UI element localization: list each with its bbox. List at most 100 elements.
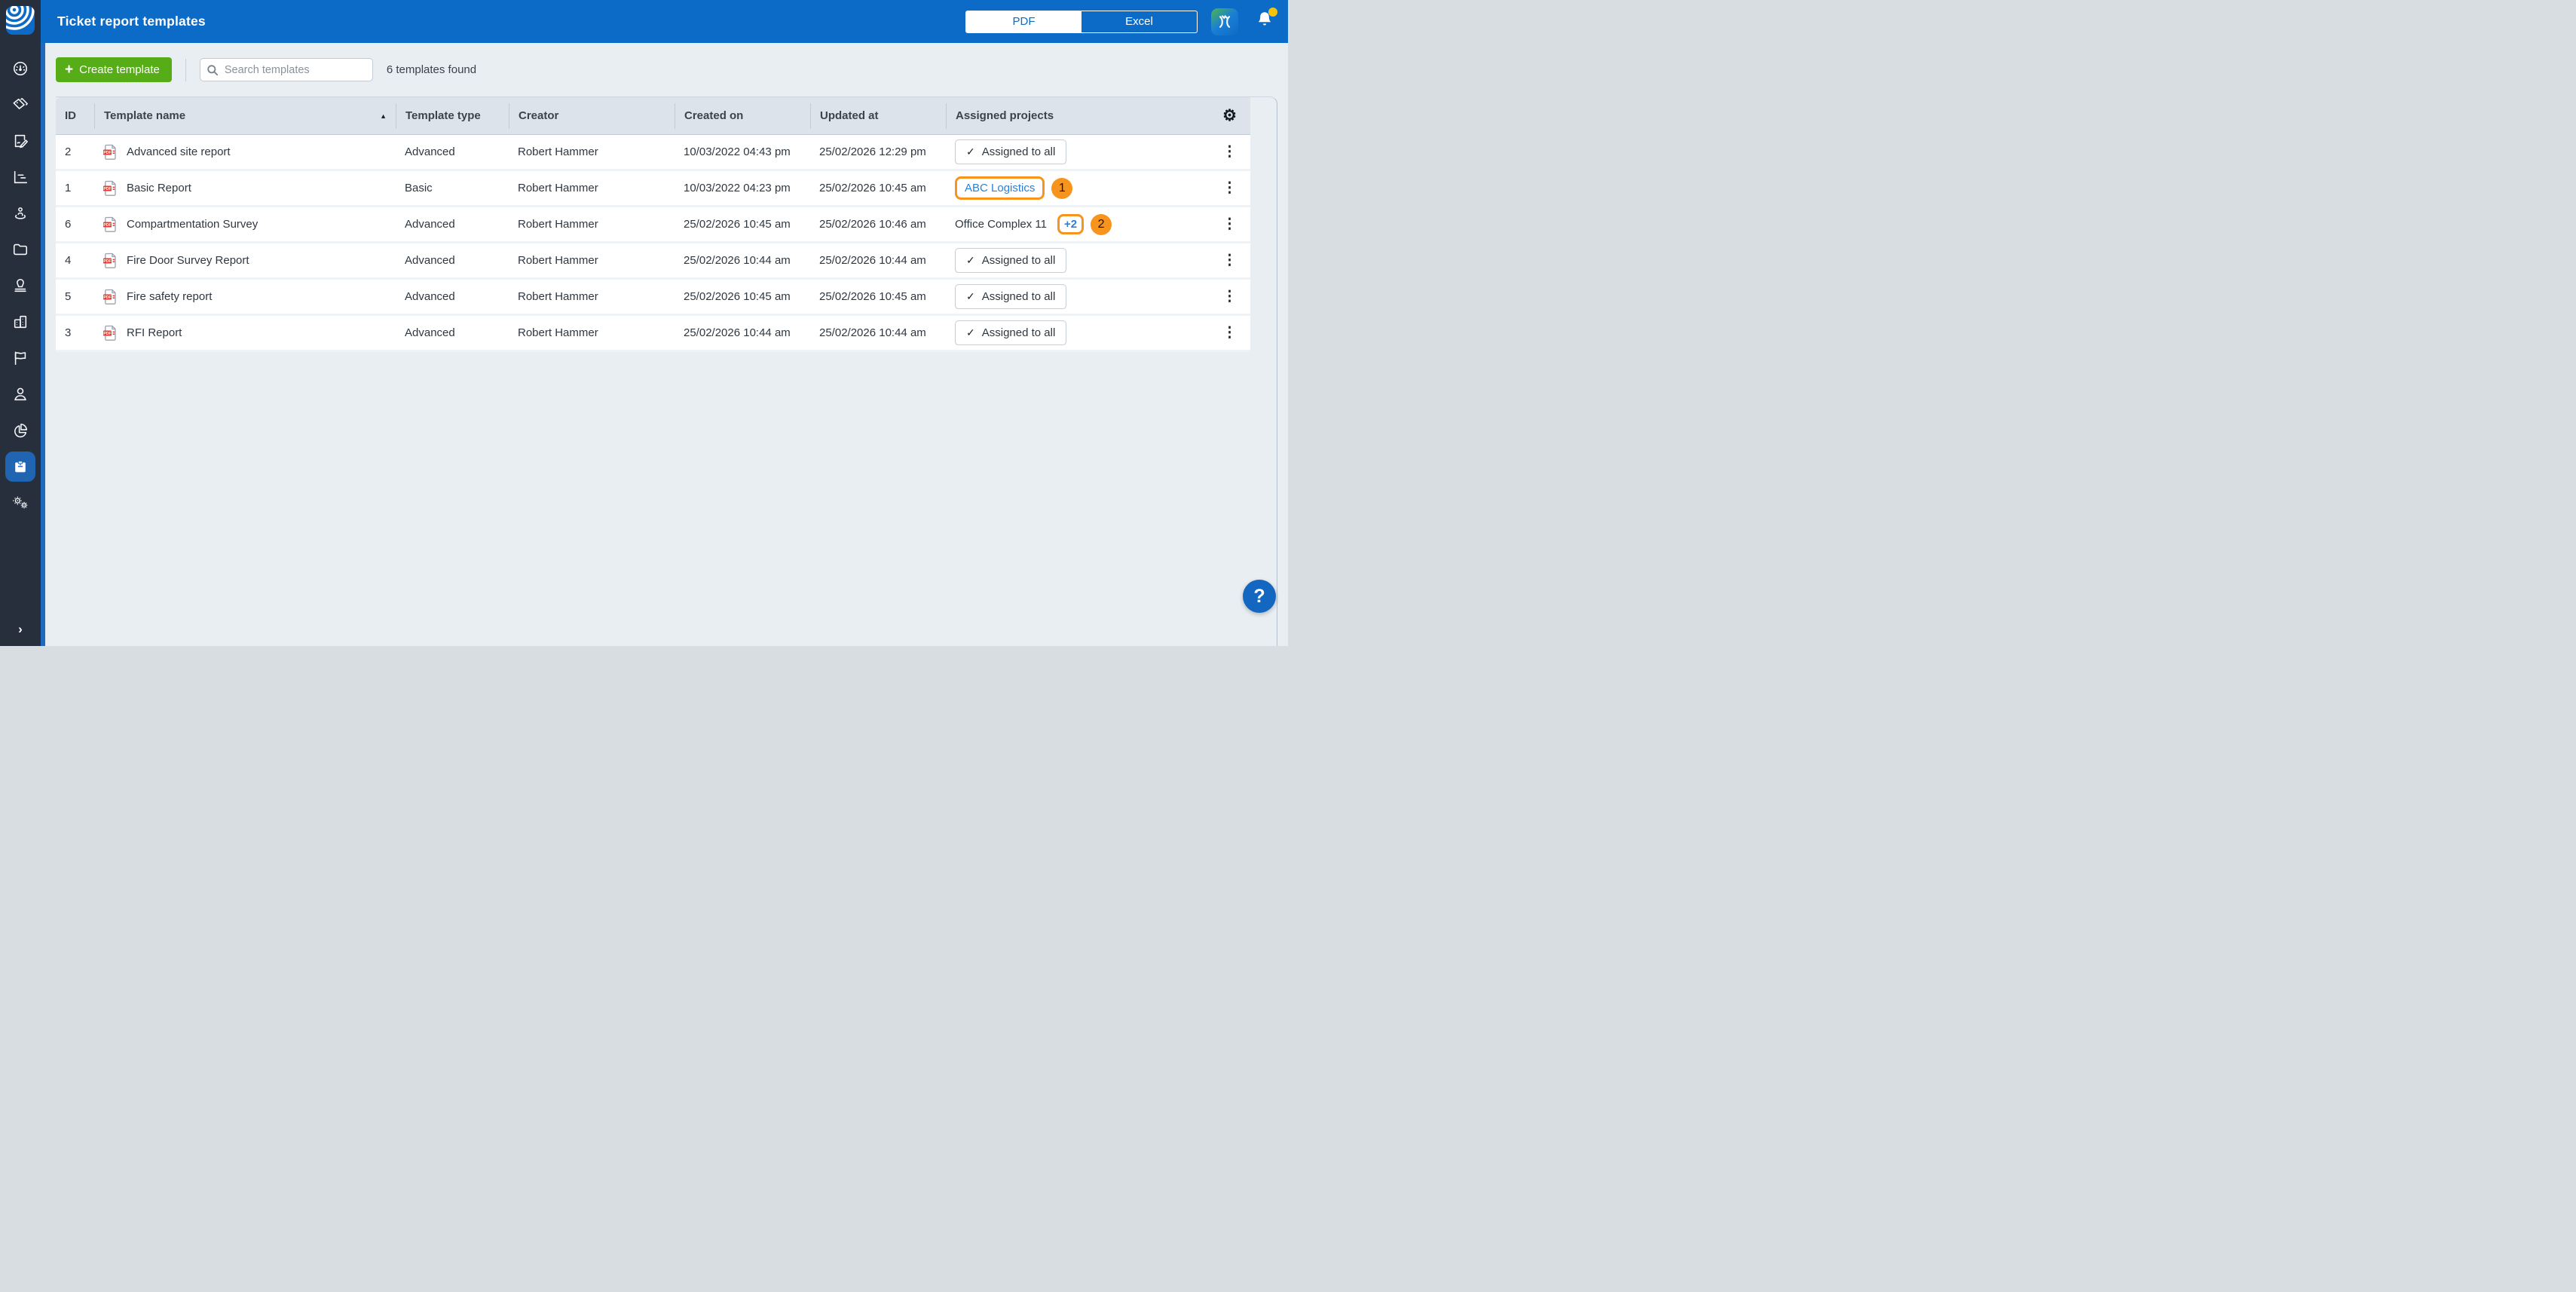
apps-launcher-button[interactable] xyxy=(1211,8,1238,35)
sidebar-item-companies[interactable] xyxy=(5,307,35,337)
create-template-button[interactable]: + Create template xyxy=(56,57,172,82)
cell-created-on: 10/03/2022 04:23 pm xyxy=(675,182,810,194)
sidebar-item-forms[interactable] xyxy=(5,126,35,156)
assigned-to-all-button[interactable]: ✓ Assigned to all xyxy=(955,248,1066,273)
cell-template-name: PDF Fire Door Survey Report xyxy=(94,253,396,269)
results-count: 6 templates found xyxy=(387,63,476,76)
sidebar-item-projects[interactable] xyxy=(5,234,35,265)
cell-id: 1 xyxy=(56,182,94,194)
cell-template-type: Basic xyxy=(396,182,509,194)
pdf-file-icon: PDF xyxy=(103,325,117,341)
kebab-menu-icon[interactable]: ⋮ xyxy=(1222,289,1237,304)
kebab-menu-icon[interactable]: ⋮ xyxy=(1222,253,1237,268)
sidebar: › xyxy=(0,0,41,646)
annotation-highlight-box: ABC Logistics xyxy=(955,176,1045,200)
kebab-menu-icon[interactable]: ⋮ xyxy=(1222,181,1237,195)
assigned-to-all-button[interactable]: ✓ Assigned to all xyxy=(955,284,1066,309)
cell-created-on: 10/03/2022 04:43 pm xyxy=(675,145,810,158)
sidebar-accent-strip xyxy=(41,0,45,646)
cell-template-name: PDF Fire safety report xyxy=(94,289,396,305)
cell-template-name: PDF RFI Report xyxy=(94,325,396,341)
column-header-creator[interactable]: Creator xyxy=(509,103,675,129)
pdf-file-icon: PDF xyxy=(103,144,117,161)
dashboard-gauge-icon xyxy=(12,60,29,77)
project-link[interactable]: ABC Logistics xyxy=(965,182,1035,194)
search-input[interactable] xyxy=(200,58,373,81)
sidebar-item-approvals[interactable] xyxy=(5,271,35,301)
sort-ascending-icon: ▲ xyxy=(380,112,387,120)
sidebar-item-dashboard[interactable] xyxy=(5,54,35,84)
sidebar-item-settings[interactable] xyxy=(5,488,35,518)
export-format-toggle: PDF Excel xyxy=(965,11,1198,33)
cell-id: 5 xyxy=(56,290,94,303)
annotation-step-badge: 1 xyxy=(1051,178,1072,199)
sidebar-item-flags[interactable] xyxy=(5,343,35,373)
table-row[interactable]: 5 PDF Fire safety report Advanced Robert… xyxy=(56,280,1250,316)
kebab-menu-icon[interactable]: ⋮ xyxy=(1222,217,1237,231)
cell-updated-at: 25/02/2026 10:44 am xyxy=(810,326,946,339)
cell-updated-at: 25/02/2026 10:45 am xyxy=(810,182,946,194)
cell-row-actions: ⋮ xyxy=(1209,289,1250,304)
toolbar-divider xyxy=(185,59,186,81)
notifications-button[interactable] xyxy=(1256,11,1273,32)
templates-clipboard-icon xyxy=(12,458,29,475)
cell-updated-at: 25/02/2026 10:45 am xyxy=(810,290,946,303)
search-box xyxy=(200,58,373,81)
stamp-icon xyxy=(12,277,29,294)
person-location-icon xyxy=(12,205,29,222)
cell-creator: Robert Hammer xyxy=(509,326,675,339)
sidebar-item-tags[interactable] xyxy=(5,90,35,120)
app-window: › Ticket report templates PDF Excel xyxy=(0,0,1288,646)
svg-text:PDF: PDF xyxy=(103,331,111,335)
page-header: Ticket report templates PDF Excel xyxy=(41,0,1288,43)
company-buildings-icon xyxy=(12,314,29,330)
column-header-template-name[interactable]: Template name ▲ xyxy=(94,103,396,129)
tags-icon xyxy=(12,96,29,113)
check-icon: ✓ xyxy=(966,254,975,267)
app-logo[interactable] xyxy=(6,6,35,35)
sidebar-item-templates[interactable] xyxy=(5,452,35,482)
sidebar-item-reports[interactable] xyxy=(5,415,35,445)
table-row[interactable]: 6 PDF Compartmentation Survey Advanced R… xyxy=(56,207,1250,243)
cell-creator: Robert Hammer xyxy=(509,290,675,303)
toolbar: + Create template 6 templates found xyxy=(45,43,1288,96)
column-settings-button[interactable]: ⚙ xyxy=(1209,103,1250,129)
more-projects-link[interactable]: +2 xyxy=(1064,218,1077,231)
cell-id: 3 xyxy=(56,326,94,339)
sidebar-item-site-presence[interactable] xyxy=(5,198,35,228)
kebab-menu-icon[interactable]: ⋮ xyxy=(1222,326,1237,340)
cell-row-actions: ⋮ xyxy=(1209,181,1250,195)
cell-template-name: PDF Compartmentation Survey xyxy=(94,216,396,233)
question-mark-icon: ? xyxy=(1253,586,1265,608)
column-header-created-on[interactable]: Created on xyxy=(675,103,810,129)
table-row[interactable]: 3 PDF RFI Report Advanced Robert Hammer … xyxy=(56,316,1250,352)
cell-template-name: PDF Basic Report xyxy=(94,180,396,197)
sidebar-nav xyxy=(5,54,35,518)
sidebar-item-contacts[interactable] xyxy=(5,379,35,409)
sidebar-expand-chevron-icon[interactable]: › xyxy=(0,622,41,637)
forms-signature-icon xyxy=(12,133,29,149)
svg-text:PDF: PDF xyxy=(103,150,111,155)
cell-updated-at: 25/02/2026 12:29 pm xyxy=(810,145,946,158)
pdf-toggle-button[interactable]: PDF xyxy=(966,11,1081,32)
cell-creator: Robert Hammer xyxy=(509,254,675,267)
column-header-id[interactable]: ID xyxy=(56,103,94,129)
column-header-assigned-projects[interactable]: Assigned projects xyxy=(946,103,1209,129)
assigned-to-all-button[interactable]: ✓ Assigned to all xyxy=(955,320,1066,345)
table-row[interactable]: 4 PDF Fire Door Survey Report Advanced R… xyxy=(56,243,1250,280)
check-icon: ✓ xyxy=(966,326,975,339)
sidebar-item-statistics[interactable] xyxy=(5,162,35,192)
cell-template-type: Advanced xyxy=(396,290,509,303)
table-header-row: ID Template name ▲ Template type Creator… xyxy=(56,97,1250,135)
column-header-template-type[interactable]: Template type xyxy=(396,103,509,129)
cell-created-on: 25/02/2026 10:45 am xyxy=(675,290,810,303)
table-row[interactable]: 1 PDF Basic Report Basic Robert Hammer 1… xyxy=(56,171,1250,207)
cell-assigned-projects: ✓ Assigned to all xyxy=(946,248,1209,273)
kebab-menu-icon[interactable]: ⋮ xyxy=(1222,145,1237,159)
help-button[interactable]: ? xyxy=(1243,580,1276,613)
table-row[interactable]: 2 PDF Advanced site report Advanced Robe… xyxy=(56,135,1250,171)
column-header-updated-at[interactable]: Updated at xyxy=(810,103,946,129)
cell-template-type: Advanced xyxy=(396,326,509,339)
excel-toggle-button[interactable]: Excel xyxy=(1081,11,1197,32)
assigned-to-all-button[interactable]: ✓ Assigned to all xyxy=(955,139,1066,164)
